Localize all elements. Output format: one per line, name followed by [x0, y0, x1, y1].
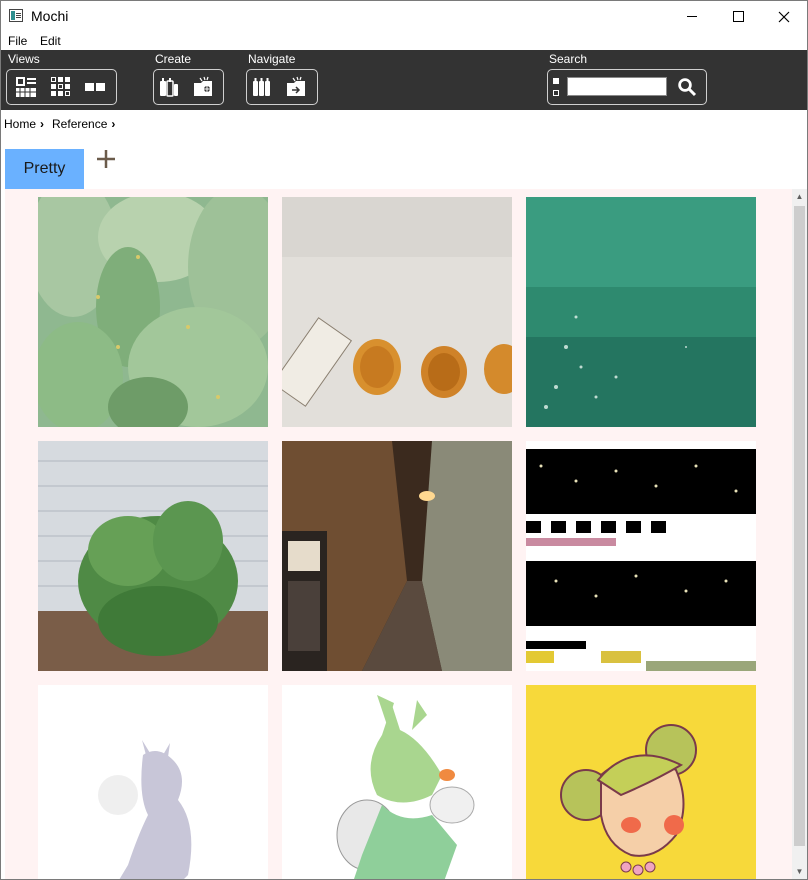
chevron-right-icon: › — [111, 117, 116, 131]
grid-view-icon[interactable] — [50, 76, 72, 98]
gallery-item-horned-figure[interactable] — [38, 685, 268, 879]
gallery-item-alley[interactable] — [282, 441, 512, 671]
create-group — [153, 69, 224, 105]
app-icon — [9, 9, 23, 22]
minimize-button[interactable] — [669, 1, 715, 32]
window-title: Mochi — [31, 8, 69, 24]
scroll-thumb[interactable] — [794, 206, 805, 846]
navigate-group — [246, 69, 318, 105]
gallery-item-plant[interactable] — [38, 441, 268, 671]
gallery-area — [5, 189, 792, 879]
new-category-icon[interactable] — [192, 76, 214, 98]
create-group-label: Create — [155, 52, 192, 66]
menu-edit[interactable]: Edit — [40, 34, 61, 48]
navigate-group-label: Navigate — [248, 52, 296, 66]
search-option-checkbox[interactable] — [553, 78, 559, 84]
views-group — [6, 69, 117, 105]
new-note-icon[interactable] — [158, 76, 180, 98]
menu-bar: File Edit — [1, 32, 807, 50]
breadcrumb-home[interactable]: Home — [4, 117, 36, 131]
breadcrumb-reference[interactable]: Reference — [52, 117, 107, 131]
gallery-item-sea[interactable] — [526, 197, 756, 427]
scroll-down-icon[interactable]: ▼ — [792, 864, 807, 879]
search-option-checkbox-2[interactable] — [553, 90, 559, 96]
gallery-item-dried-fruit[interactable] — [282, 197, 512, 427]
add-tab-icon[interactable] — [95, 148, 117, 170]
search-icon[interactable] — [676, 76, 698, 98]
go-to-category-icon[interactable] — [285, 76, 307, 98]
gallery-item-screenshot[interactable] — [526, 441, 756, 671]
close-button[interactable] — [761, 1, 807, 32]
large-view-icon[interactable] — [84, 76, 106, 98]
gallery-item-cactus-girl[interactable] — [526, 685, 756, 879]
tab-pretty-label: Pretty — [23, 160, 66, 177]
go-to-note-icon[interactable] — [251, 76, 273, 98]
gallery-item-green-creature[interactable] — [282, 685, 512, 879]
minimize-icon — [687, 16, 697, 17]
views-group-label: Views — [8, 52, 40, 66]
chevron-right-icon: › — [40, 117, 45, 131]
maximize-button[interactable] — [715, 1, 761, 32]
scroll-up-icon[interactable]: ▲ — [792, 189, 807, 204]
search-input[interactable] — [567, 77, 667, 96]
menu-file[interactable]: File — [8, 34, 27, 48]
detail-view-icon[interactable] — [15, 76, 37, 98]
search-group — [547, 69, 707, 105]
gallery-item-cactus[interactable] — [38, 197, 268, 427]
vertical-scrollbar[interactable]: ▲ ▼ — [792, 189, 807, 879]
maximize-icon — [732, 11, 744, 22]
breadcrumb: Home › Reference › — [4, 117, 119, 131]
toolbar: Views Create Navigate Search — [1, 50, 807, 110]
close-icon — [778, 11, 790, 22]
search-group-label: Search — [549, 52, 588, 66]
app-window: Mochi File Edit Views Create Navigate Se… — [0, 0, 808, 880]
tab-pretty[interactable]: Pretty — [5, 149, 84, 189]
title-bar: Mochi — [1, 1, 807, 32]
